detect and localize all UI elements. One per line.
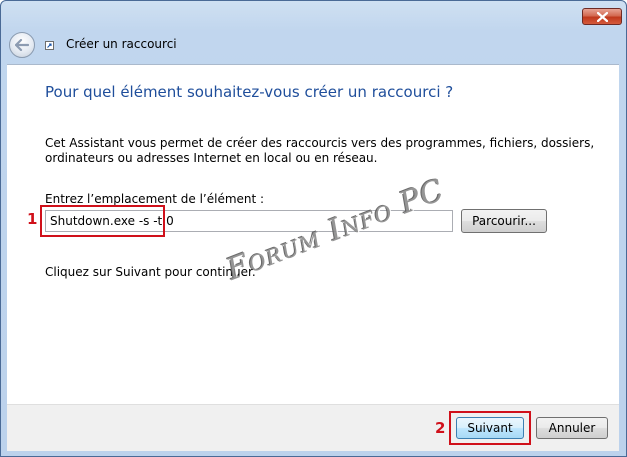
back-button[interactable] [9,32,35,58]
cancel-button[interactable]: Annuler [536,417,608,439]
close-button[interactable] [582,8,622,25]
page-heading: Pour quel élément souhaitez-vous créer u… [45,83,454,101]
location-label: Entrez l’emplacement de l’élément : [45,192,265,206]
browse-button[interactable]: Parcourir... [461,209,547,233]
back-arrow-icon [15,39,29,51]
shortcut-icon [45,41,54,50]
continue-instruction: Cliquez sur Suivant pour continuer. [45,265,256,279]
annotation-number-2: 2 [435,419,446,437]
window-title: Créer un raccourci [66,37,177,51]
close-icon [596,11,608,22]
next-button[interactable]: Suivant [456,417,524,439]
annotation-number-1: 1 [27,210,38,228]
wizard-footer [7,404,619,451]
wizard-description: Cet Assistant vous permet de créer des r… [45,136,595,165]
